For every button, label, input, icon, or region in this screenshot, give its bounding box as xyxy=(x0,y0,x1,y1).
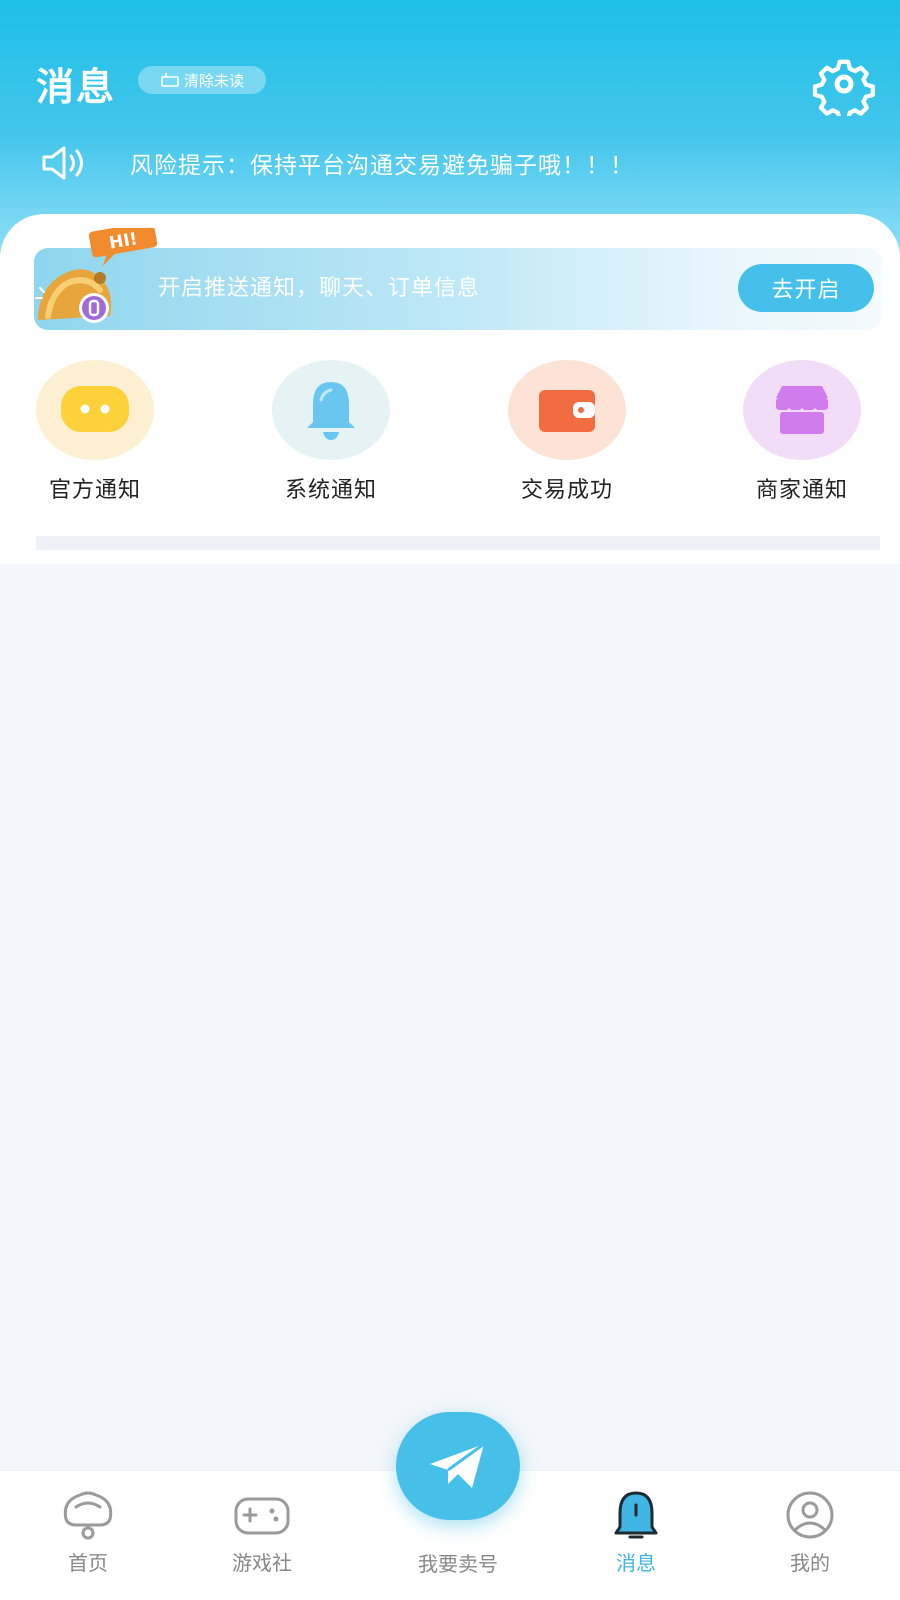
category-icon-circle xyxy=(272,360,390,460)
risk-notice-bar: 风险提示：保持平台沟通交易避免骗子哦！！！ xyxy=(40,138,880,188)
category-icon-circle xyxy=(508,360,626,460)
clear-unread-label: 清除未读 xyxy=(183,71,244,90)
home-icon xyxy=(63,1491,113,1540)
clear-unread-button[interactable]: 清除未读 xyxy=(138,66,266,94)
broom-icon xyxy=(161,73,179,87)
gamepad-icon xyxy=(234,1497,290,1535)
tab-messages[interactable]: 消息 xyxy=(576,1489,696,1576)
message-bell-icon xyxy=(614,1491,658,1539)
chat-bubble-icon xyxy=(61,386,129,432)
sell-account-label: 我要卖号 xyxy=(418,1552,498,1576)
category-icon-circle xyxy=(743,360,861,460)
push-notification-banner[interactable]: HI! 开启推送通知，聊天、订单信息 去开启 xyxy=(34,228,882,330)
speaker-icon xyxy=(42,146,83,180)
shop-icon xyxy=(774,386,830,434)
paper-plane-icon xyxy=(430,1442,485,1488)
tab-home[interactable]: 首页 xyxy=(28,1489,148,1576)
risk-notice-text: 风险提示：保持平台沟通交易避免骗子哦！！！ xyxy=(130,153,634,179)
gear-icon[interactable] xyxy=(812,52,876,116)
category-official[interactable]: 官方通知 xyxy=(15,360,175,504)
page-title: 消息 xyxy=(36,65,117,109)
push-banner-text: 开启推送通知，聊天、订单信息 xyxy=(158,276,481,301)
category-merchant[interactable]: 商家通知 xyxy=(722,360,882,504)
profile-icon xyxy=(786,1491,834,1539)
notification-categories: 官方通知 系统通知 交易成功 商家通知 xyxy=(0,360,900,510)
category-label: 系统通知 xyxy=(284,478,377,503)
category-icon-circle xyxy=(36,360,154,460)
enable-push-button[interactable]: 去开启 xyxy=(738,264,874,312)
category-trade-success[interactable]: 交易成功 xyxy=(487,360,647,504)
category-label: 官方通知 xyxy=(48,478,141,503)
sell-account-button[interactable] xyxy=(396,1412,520,1520)
tab-profile[interactable]: 我的 xyxy=(750,1489,870,1576)
category-system[interactable]: 系统通知 xyxy=(251,360,411,504)
bell-icon xyxy=(307,382,355,440)
section-divider xyxy=(36,536,880,550)
category-label: 交易成功 xyxy=(520,478,613,503)
tab-label: 我的 xyxy=(790,1551,830,1575)
wallet-icon xyxy=(539,390,595,432)
tab-label: 游戏社 xyxy=(232,1551,292,1575)
tab-label: 首页 xyxy=(68,1551,108,1575)
bell-mascot-icon: HI! xyxy=(35,228,158,323)
tab-label: 消息 xyxy=(616,1551,656,1575)
tab-game-community[interactable]: 游戏社 xyxy=(202,1489,322,1576)
category-label: 商家通知 xyxy=(755,478,848,503)
